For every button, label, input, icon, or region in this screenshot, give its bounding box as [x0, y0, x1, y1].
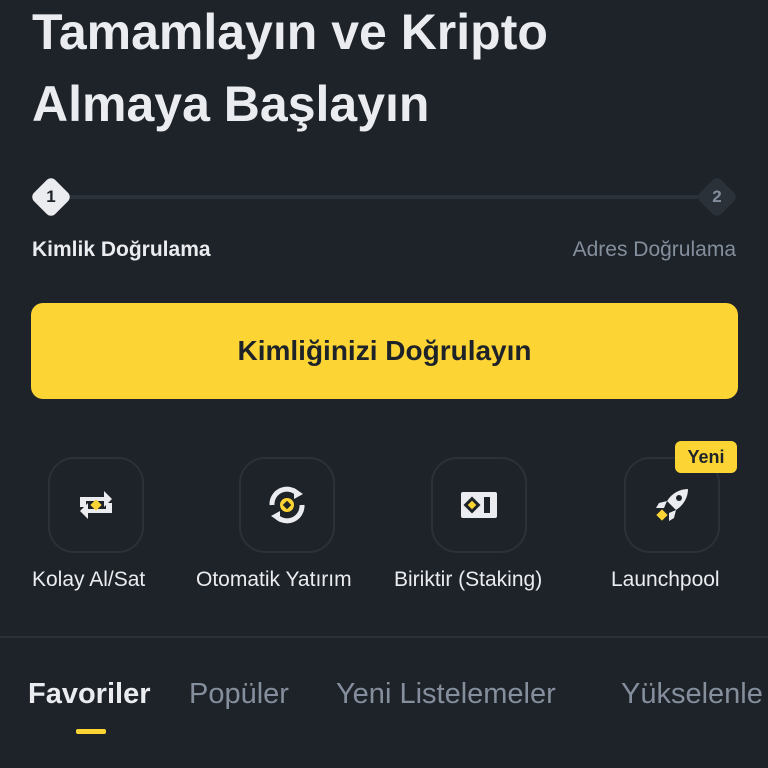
- active-tab-indicator: [76, 729, 106, 734]
- shortcut-label-otomatik-yatirim: Otomatik Yatırım: [196, 568, 352, 591]
- step-1-label: Kimlik Doğrulama: [32, 238, 211, 261]
- tab-populer[interactable]: Popüler: [189, 678, 289, 711]
- verify-identity-button[interactable]: Kimliğinizi Doğrulayın: [31, 303, 738, 399]
- title-line-1: Tamamlayın ve Kripto: [32, 4, 548, 60]
- shortcut-biriktir-staking[interactable]: [431, 457, 527, 553]
- rocket-icon: [656, 489, 688, 521]
- swap-icon: [80, 491, 112, 519]
- auto-invest-icon: [269, 486, 305, 524]
- shortcut-kolay-al-sat[interactable]: [48, 457, 144, 553]
- verification-stepper: 1 2: [29, 175, 739, 220]
- staking-icon: [461, 492, 497, 518]
- tab-favoriler[interactable]: Favoriler: [28, 678, 151, 711]
- title-line-2: Almaya Başlayın: [32, 76, 430, 132]
- shortcut-otomatik-yatirim[interactable]: [239, 457, 335, 553]
- step-2-marker: 2: [695, 175, 739, 219]
- shortcut-label-launchpool: Launchpool: [611, 568, 720, 591]
- shortcut-label-kolay-al-sat: Kolay Al/Sat: [32, 568, 146, 591]
- shortcut-label-biriktir: Biriktir (Staking): [394, 568, 543, 591]
- step-1-marker: 1: [29, 175, 73, 219]
- new-badge: Yeni: [675, 441, 737, 473]
- section-divider: [0, 636, 768, 638]
- tab-yukselenler[interactable]: Yükselenle: [621, 678, 763, 711]
- step-2-label: Adres Doğrulama: [572, 238, 736, 261]
- stepper-track: [66, 195, 702, 199]
- page-title: Tamamlayın ve Kripto Almaya Başlayın: [32, 0, 752, 140]
- tab-yeni-listelemeler[interactable]: Yeni Listelemeler: [336, 678, 556, 711]
